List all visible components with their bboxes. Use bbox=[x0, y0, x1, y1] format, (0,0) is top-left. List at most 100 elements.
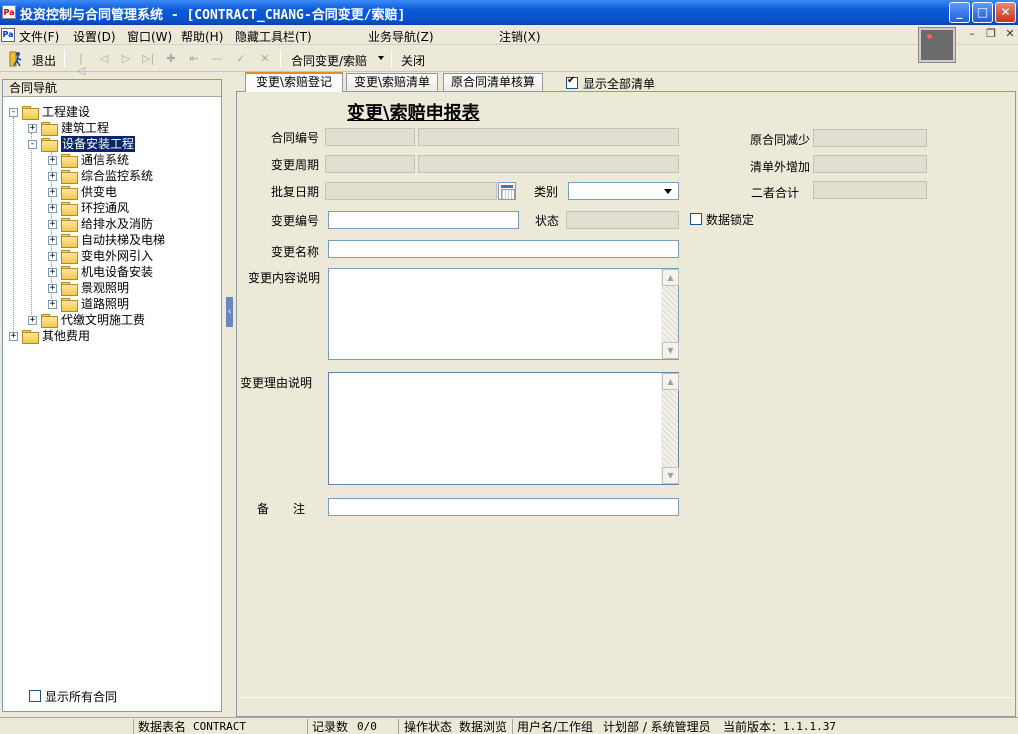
close-module-button[interactable]: 关闭 bbox=[401, 52, 425, 69]
last-record-icon[interactable]: ▷| bbox=[142, 53, 154, 65]
tree-item[interactable]: 自动扶梯及电梯 bbox=[81, 232, 165, 248]
expand-icon[interactable]: + bbox=[48, 284, 57, 293]
module-dropdown[interactable]: 合同变更/索赔 bbox=[291, 52, 367, 69]
user-photo-icon[interactable] bbox=[919, 28, 955, 62]
scroll-up-icon[interactable]: ▲ bbox=[662, 373, 679, 390]
menu-business-nav[interactable]: 业务导航(Z) bbox=[368, 28, 434, 45]
cancel-record-icon[interactable]: ✕ bbox=[259, 53, 271, 65]
maximize-button[interactable]: □ bbox=[972, 2, 993, 23]
tree-item[interactable]: 环控通风 bbox=[81, 200, 129, 216]
approve-date-field[interactable] bbox=[325, 182, 497, 200]
tree-item[interactable]: 变电外网引入 bbox=[81, 248, 153, 264]
category-label: 类别 bbox=[534, 185, 559, 199]
change-no-input[interactable] bbox=[328, 211, 519, 229]
tree-item[interactable]: 工程建设 bbox=[42, 104, 90, 120]
collapse-nav-icon[interactable]: ‹ bbox=[226, 297, 233, 327]
chevron-down-icon[interactable] bbox=[664, 189, 672, 194]
menu-help[interactable]: 帮助(H) bbox=[181, 28, 223, 45]
tab-change-list[interactable]: 变更\索赔清单 bbox=[346, 73, 438, 91]
folder-icon bbox=[41, 122, 58, 136]
app-icon[interactable]: Pa bbox=[2, 5, 16, 19]
folder-icon bbox=[61, 186, 78, 200]
expand-icon[interactable]: + bbox=[48, 220, 57, 229]
mdi-minimize-icon[interactable]: – bbox=[965, 28, 979, 42]
document-icon[interactable]: Pa bbox=[1, 28, 15, 42]
contract-no-field[interactable] bbox=[325, 128, 415, 146]
show-all-contracts-checkbox[interactable] bbox=[29, 690, 41, 702]
menu-logout[interactable]: 注销(X) bbox=[499, 28, 541, 45]
menu-settings[interactable]: 设置(D) bbox=[73, 28, 116, 45]
content-desc-textarea[interactable]: ▲ ▼ bbox=[328, 268, 679, 360]
expand-icon[interactable]: + bbox=[28, 124, 37, 133]
splitter[interactable] bbox=[225, 76, 234, 716]
save-record-icon[interactable]: ✓ bbox=[235, 53, 247, 65]
tree-item[interactable]: 供变电 bbox=[81, 184, 117, 200]
tree-item[interactable]: 设备安装工程 bbox=[61, 136, 136, 152]
mdi-restore-icon[interactable]: ❐ bbox=[984, 28, 998, 42]
expand-icon[interactable]: + bbox=[48, 204, 57, 213]
expand-icon[interactable]: + bbox=[48, 268, 57, 277]
folder-icon bbox=[61, 170, 78, 184]
content-desc-scrollbar[interactable]: ▲ ▼ bbox=[661, 269, 679, 359]
scroll-up-icon[interactable]: ▲ bbox=[662, 269, 679, 286]
extra-increase-field bbox=[813, 155, 927, 173]
close-button[interactable]: ✕ bbox=[995, 2, 1016, 23]
tree-item[interactable]: 机电设备安装 bbox=[81, 264, 153, 280]
menu-hide-toolbar[interactable]: 隐藏工具栏(T) bbox=[235, 28, 312, 45]
change-name-input[interactable] bbox=[328, 240, 679, 258]
calendar-icon[interactable] bbox=[498, 182, 516, 200]
reason-desc-textarea[interactable]: ▲ ▼ bbox=[328, 372, 679, 485]
maximize-icon: □ bbox=[976, 5, 989, 19]
prev-record-icon[interactable]: ◁ bbox=[98, 53, 110, 65]
menu-bar: Pa 文件(F) 设置(D) 窗口(W) 帮助(H) 隐藏工具栏(T) 业务导航… bbox=[0, 25, 1018, 45]
scroll-down-icon[interactable]: ▼ bbox=[662, 467, 679, 484]
status-field bbox=[566, 211, 679, 229]
menu-window[interactable]: 窗口(W) bbox=[127, 28, 172, 45]
expand-icon[interactable]: + bbox=[48, 236, 57, 245]
mdi-close-icon[interactable]: ✕ bbox=[1003, 28, 1017, 42]
change-period-label: 变更周期 bbox=[271, 158, 320, 172]
contract-name-field[interactable] bbox=[418, 128, 679, 146]
collapse-icon[interactable]: - bbox=[28, 140, 37, 149]
next-record-icon[interactable]: ▷ bbox=[120, 53, 132, 65]
first-record-icon[interactable]: |◁ bbox=[75, 53, 87, 77]
tree-item[interactable]: 通信系统 bbox=[81, 152, 129, 168]
form-title: 变更\索赔申报表 bbox=[347, 103, 480, 124]
change-period-field[interactable] bbox=[325, 155, 415, 173]
scroll-down-icon[interactable]: ▼ bbox=[662, 342, 679, 359]
reason-desc-scrollbar[interactable]: ▲ ▼ bbox=[661, 373, 679, 484]
add-record-icon[interactable]: ✚ bbox=[165, 53, 177, 65]
expand-icon[interactable]: + bbox=[48, 300, 57, 309]
expand-icon[interactable]: + bbox=[48, 252, 57, 261]
exit-icon[interactable] bbox=[9, 51, 23, 67]
folder-icon bbox=[61, 298, 78, 312]
menu-file[interactable]: 文件(F) bbox=[19, 28, 59, 45]
tree-item[interactable]: 代缴文明施工费 bbox=[61, 312, 145, 328]
exit-button[interactable]: 退出 bbox=[32, 52, 56, 69]
change-period-desc-field[interactable] bbox=[418, 155, 679, 173]
folder-icon bbox=[61, 154, 78, 168]
user-group-value: 计划部 / 系统管理员 bbox=[603, 720, 711, 734]
show-all-list-checkbox[interactable] bbox=[566, 75, 578, 89]
tree-item[interactable]: 给排水及消防 bbox=[81, 216, 153, 232]
expand-icon[interactable]: + bbox=[48, 188, 57, 197]
minimize-button[interactable]: _ bbox=[949, 2, 970, 23]
tree-item[interactable]: 建筑工程 bbox=[61, 120, 109, 136]
tree-item[interactable]: 其他费用 bbox=[42, 328, 90, 344]
expand-icon[interactable]: + bbox=[28, 316, 37, 325]
data-lock-checkbox[interactable] bbox=[690, 213, 702, 225]
expand-icon[interactable]: + bbox=[48, 172, 57, 181]
category-select[interactable] bbox=[568, 182, 679, 200]
expand-icon[interactable]: + bbox=[9, 332, 18, 341]
tree-item[interactable]: 景观照明 bbox=[81, 280, 129, 296]
dropdown-arrow-icon[interactable] bbox=[378, 56, 384, 60]
insert-record-icon[interactable]: ⇤ bbox=[188, 53, 200, 65]
tree-item[interactable]: 道路照明 bbox=[81, 296, 129, 312]
remark-input[interactable] bbox=[328, 498, 679, 516]
collapse-icon[interactable]: - bbox=[9, 108, 18, 117]
tab-original-list-check[interactable]: 原合同清单核算 bbox=[443, 73, 543, 91]
tree-item[interactable]: 综合监控系统 bbox=[81, 168, 153, 184]
delete-record-icon[interactable]: — bbox=[211, 53, 223, 65]
expand-icon[interactable]: + bbox=[48, 156, 57, 165]
tab-change-register[interactable]: 变更\索赔登记 bbox=[245, 72, 343, 92]
